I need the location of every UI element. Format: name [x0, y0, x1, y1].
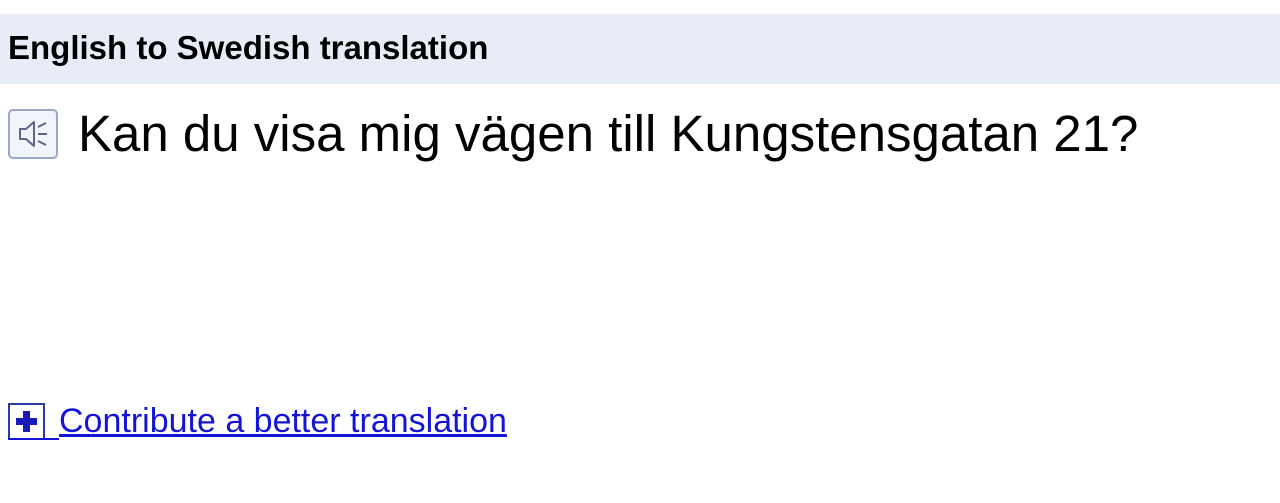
contribute-link[interactable]: Contribute a better translation — [59, 400, 507, 442]
translation-result: Kan du visa mig vägen till Kungstensgata… — [8, 103, 1138, 165]
plus-icon-glyph — [16, 410, 37, 432]
translated-text: Kan du visa mig vägen till Kungstensgata… — [78, 105, 1139, 162]
plus-icon[interactable] — [8, 402, 45, 440]
speaker-icon[interactable] — [8, 109, 58, 159]
speaker-icon-glyph — [19, 121, 47, 147]
link-underline — [8, 438, 59, 440]
contribute-link-row[interactable]: Contribute a better translation — [8, 398, 507, 444]
page-title: English to Swedish translation — [8, 29, 489, 66]
translation-panel: English to Swedish translation Kan du vi… — [0, 0, 1280, 503]
